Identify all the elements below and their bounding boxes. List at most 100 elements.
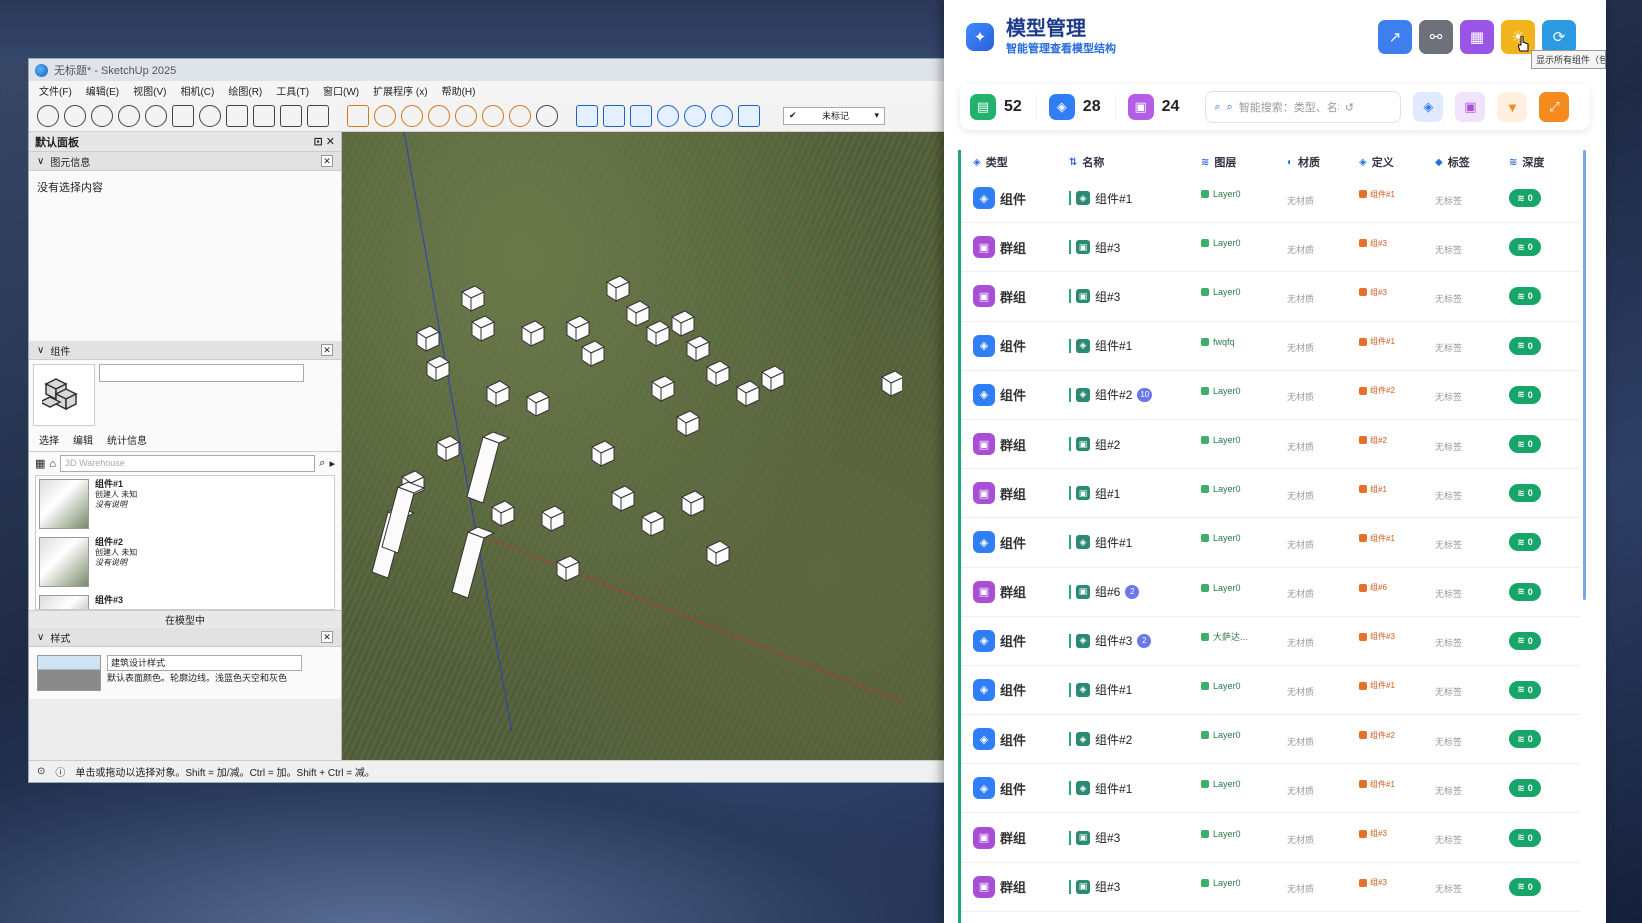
col-definition[interactable]: ◈ 定义 [1359, 154, 1435, 170]
components-header[interactable]: ∨ 组件 ✕ [29, 341, 341, 360]
definition-tag[interactable]: 组件#3 [1359, 631, 1395, 642]
table-row[interactable]: ◈ 组件 ◈ 组件#2 10 Layer0 无材质 组件#2 无标签 ≋ 0 [961, 371, 1580, 420]
cube-tool-icon[interactable] [536, 104, 558, 127]
info-icon[interactable]: ⓘ [55, 764, 65, 779]
entity-name[interactable]: 组件#3 [1095, 632, 1132, 649]
code-tool-icon[interactable] [684, 104, 706, 127]
material-tool-icon[interactable] [657, 104, 679, 127]
definition-tag[interactable]: 组#3 [1359, 238, 1387, 249]
layer-tag[interactable]: Layer0 [1201, 730, 1241, 740]
definition-tag[interactable]: 组#3 [1359, 877, 1387, 888]
settings-tool-icon[interactable] [711, 104, 733, 127]
zoom-tool-icon[interactable] [172, 104, 194, 127]
layer-tag[interactable]: Layer0 [1201, 533, 1241, 543]
definition-tag[interactable]: 组#3 [1359, 828, 1387, 839]
model-scene[interactable] [342, 132, 902, 732]
definition-tag[interactable]: 组件#1 [1359, 336, 1395, 347]
3d-viewport[interactable] [342, 132, 945, 760]
table-row[interactable]: ▣ 群组 ▣ 组#3 Layer0 无材质 组#3 无标签 ≋ 0 [961, 272, 1580, 322]
filter-groups-button[interactable]: ▣ [1455, 92, 1486, 122]
col-name[interactable]: ⇅ 名称 [1069, 154, 1201, 170]
chart-button[interactable]: ↗ [1378, 20, 1412, 54]
tab-statistics[interactable]: 统计信息 [107, 432, 147, 447]
entity-info-header[interactable]: ∨ 图元信息 ✕ [29, 152, 341, 171]
close-icon[interactable]: ✕ [321, 155, 333, 167]
col-material[interactable]: ◐ 材质 [1287, 154, 1359, 170]
entity-name[interactable]: 组件#2 [1095, 731, 1132, 748]
menu-window[interactable]: 窗口(W) [323, 83, 359, 98]
table-row[interactable]: ▣ 群组 ▣ 组#6 2 Layer0 无材质 组#6 无标签 ≋ 0 [961, 568, 1580, 617]
spotlight-tool-icon[interactable] [428, 104, 450, 127]
eraser-tool-icon[interactable] [91, 104, 113, 127]
table-row[interactable]: ▣ 群组 ▣ 组#3 Layer0 无材质 组#3 无标签 ≋ 0 [961, 863, 1580, 912]
table-row[interactable]: ▣ 群组 ▣ 组#3 Layer0 无材质 组#3 无标签 ≋ 0 [961, 813, 1580, 863]
menu-help[interactable]: 帮助(H) [442, 83, 476, 98]
definition-tag[interactable]: 组#3 [1359, 287, 1387, 298]
geo-location-icon[interactable]: ⊙ [37, 766, 45, 777]
menu-tools[interactable]: 工具(T) [276, 83, 309, 98]
style-name-input[interactable]: 建筑设计样式 [107, 655, 302, 671]
menu-view[interactable]: 视图(V) [133, 83, 166, 98]
tab-edit[interactable]: 编辑 [73, 432, 93, 447]
col-depth[interactable]: ≋ 深度 [1509, 154, 1579, 170]
refresh-button[interactable]: ⟳ [1542, 20, 1576, 54]
entity-name[interactable]: 组#1 [1095, 485, 1120, 502]
table-row[interactable]: ◈ 组件 ◈ 组件#1 Layer0 无材质 组件#1 无标签 ≋ 0 [961, 764, 1580, 814]
layer-tag[interactable]: Layer0 [1201, 583, 1241, 593]
table-row[interactable]: ◈ 组件 ◈ 组件#2 Layer0 无材质 组件#2 无标签 ≋ 0 [961, 715, 1580, 765]
definition-tag[interactable]: 组件#1 [1359, 533, 1395, 544]
rotate-tool-icon[interactable] [199, 104, 221, 127]
menu-extensions[interactable]: 扩展程序 (x) [373, 83, 427, 98]
layer-tag[interactable]: Layer0 [1201, 189, 1241, 199]
layer-tag[interactable]: Layer0 [1201, 829, 1241, 839]
unlink-button[interactable]: ⚯ [1419, 20, 1453, 54]
layout-tool-icon[interactable] [280, 104, 302, 127]
definition-tag[interactable]: 组件#2 [1359, 385, 1395, 396]
layer-tag[interactable]: Layer0 [1201, 779, 1241, 789]
list-item[interactable]: 组件#2 创建人 未知 没有说明 [36, 534, 334, 592]
lamp-tool-icon[interactable] [374, 104, 396, 127]
table-row[interactable]: ▣ 群组 ▣ 组#3 Layer0 无材质 组#3 无标签 ≋ 0 [961, 223, 1580, 273]
layer-tag[interactable]: fwqfq [1201, 337, 1235, 347]
definition-tag[interactable]: 组#1 [1359, 484, 1387, 495]
entity-name[interactable]: 组件#2 [1095, 386, 1132, 403]
col-layer[interactable]: ≋ 图层 [1201, 154, 1287, 170]
entity-name[interactable]: 组件#1 [1095, 190, 1132, 207]
styles-header[interactable]: ∨ 样式 ✕ [29, 628, 341, 647]
definition-tag[interactable]: 组#2 [1359, 435, 1387, 446]
entity-name[interactable]: 组#3 [1095, 239, 1120, 256]
orbit-tool-icon[interactable] [118, 104, 140, 127]
table-button[interactable]: ▦ [1460, 20, 1494, 54]
tab-select[interactable]: 选择 [39, 432, 59, 447]
layer-tag[interactable]: Layer0 [1201, 484, 1241, 494]
list-item[interactable]: 组件#3 [36, 592, 334, 609]
umbrella-tool-icon[interactable] [455, 104, 477, 127]
section-tool-icon[interactable] [226, 104, 248, 127]
menu-camera[interactable]: 相机(C) [180, 83, 214, 98]
table-row[interactable]: ◈ 组件 ◈ 组件#1 Layer0 无材质 组件#1 无标签 ≋ 0 [961, 174, 1580, 224]
folder-tool-icon[interactable] [603, 104, 625, 127]
table-row[interactable]: ◈ 组件 ◈ 组件#1 Layer0 无材质 组件#1 无标签 ≋ 0 [961, 518, 1580, 568]
in-model-selector[interactable]: 在模型中 [29, 610, 341, 628]
definition-tag[interactable]: 组件#1 [1359, 779, 1395, 790]
menu-edit[interactable]: 编辑(E) [86, 83, 119, 98]
sun-tool-icon[interactable] [482, 104, 504, 127]
filter-components-button[interactable]: ◈ [1413, 92, 1444, 122]
smart-search-input[interactable]: ⌕ ⌕ 智能搜索：类型、名称 ↺ [1205, 91, 1402, 123]
entity-name[interactable]: 组件#1 [1095, 780, 1132, 797]
layer-tag[interactable]: 大萨达... [1201, 630, 1248, 643]
menu-draw[interactable]: 绘图(R) [228, 83, 262, 98]
entity-name[interactable]: 组#3 [1095, 288, 1120, 305]
sphere-tool-icon[interactable] [401, 104, 423, 127]
layer-tag[interactable]: Layer0 [1201, 435, 1241, 445]
entity-name[interactable]: 组件#1 [1095, 681, 1132, 698]
table-row[interactable]: ◈ 组件 ◈ 组件#3 2 大萨达... 无材质 组件#3 无标签 ≋ 0 [961, 617, 1580, 666]
table-row[interactable]: ▣ 群组 ▣ 组#2 Layer0 无材质 组#2 无标签 ≋ 0 [961, 420, 1580, 470]
views-tool-icon[interactable] [253, 104, 275, 127]
definition-tag[interactable]: 组件#1 [1359, 680, 1395, 691]
table-row[interactable]: ◈ 组件 ◈ 组件#1 Layer0 无材质 组件#1 无标签 ≋ 0 [961, 666, 1580, 716]
entity-name[interactable]: 组#3 [1095, 878, 1120, 895]
definition-tag[interactable]: 组件#1 [1359, 189, 1395, 200]
entity-name[interactable]: 组#2 [1095, 436, 1120, 453]
entity-name[interactable]: 组#3 [1095, 829, 1120, 846]
